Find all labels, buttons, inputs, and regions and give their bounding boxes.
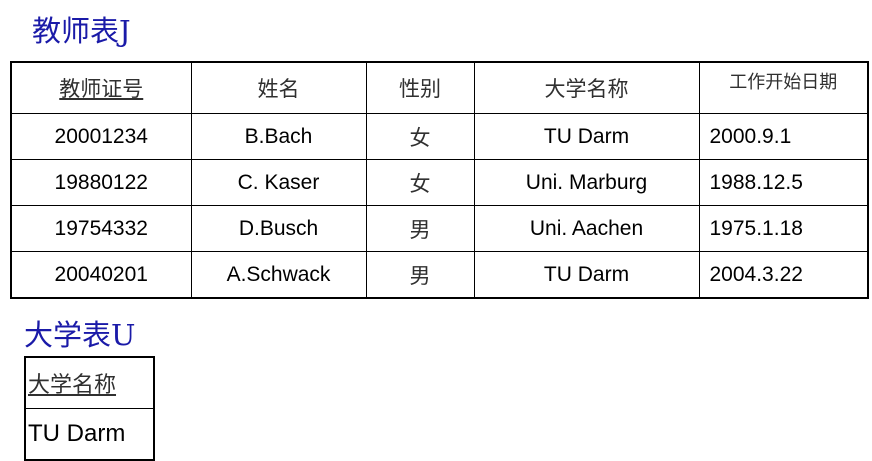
table-row: 19880122 C. Kaser 女 Uni. Marburg 1988.12… (10, 159, 869, 206)
cell-gender: 男 (365, 205, 475, 252)
teacher-table: 教师证号 姓名 性别 大学名称 工作开始日期 20001234 B.Bach 女… (10, 61, 869, 299)
header-start-date: 工作开始日期 (698, 61, 869, 114)
university-table-title: 大学表U (24, 318, 136, 352)
cell-start-date: 1988.12.5 (698, 159, 869, 206)
university-table-header-row: 大学名称 (24, 356, 155, 409)
header-name: 姓名 (190, 61, 367, 114)
cell-university: Uni. Aachen (473, 205, 700, 252)
cell-university: Uni. Marburg (473, 159, 700, 206)
cell-teacher-id: 20001234 (10, 113, 192, 160)
table-row: 20001234 B.Bach 女 TU Darm 2000.9.1 (10, 113, 869, 160)
cell-name: D.Busch (190, 205, 367, 252)
cell-teacher-id: 19754332 (10, 205, 192, 252)
teacher-table-header-row: 教师证号 姓名 性别 大学名称 工作开始日期 (10, 61, 869, 114)
header-gender: 性别 (365, 61, 475, 114)
teacher-table-title: 教师表J (32, 14, 131, 48)
cell-teacher-id: 20040201 (10, 251, 192, 299)
cell-gender: 女 (365, 159, 475, 206)
cell-start-date: 2000.9.1 (698, 113, 869, 160)
cell-university: TU Darm (473, 113, 700, 160)
cell-university: TU Darm (24, 408, 155, 461)
header-university-name: 大学名称 (24, 356, 155, 409)
cell-start-date: 2004.3.22 (698, 251, 869, 299)
cell-name: A.Schwack (190, 251, 367, 299)
cell-teacher-id: 19880122 (10, 159, 192, 206)
cell-gender: 男 (365, 251, 475, 299)
table-row: 20040201 A.Schwack 男 TU Darm 2004.3.22 (10, 251, 869, 299)
cell-start-date: 1975.1.18 (698, 205, 869, 252)
cell-gender: 女 (365, 113, 475, 160)
university-table: 大学名称 TU Darm (24, 356, 155, 461)
header-university-name: 大学名称 (473, 61, 700, 114)
cell-name: C. Kaser (190, 159, 367, 206)
cell-name: B.Bach (190, 113, 367, 160)
table-row: 19754332 D.Busch 男 Uni. Aachen 1975.1.18 (10, 205, 869, 252)
cell-university: TU Darm (473, 251, 700, 299)
header-teacher-id: 教师证号 (10, 61, 192, 114)
table-row: TU Darm (24, 408, 155, 461)
